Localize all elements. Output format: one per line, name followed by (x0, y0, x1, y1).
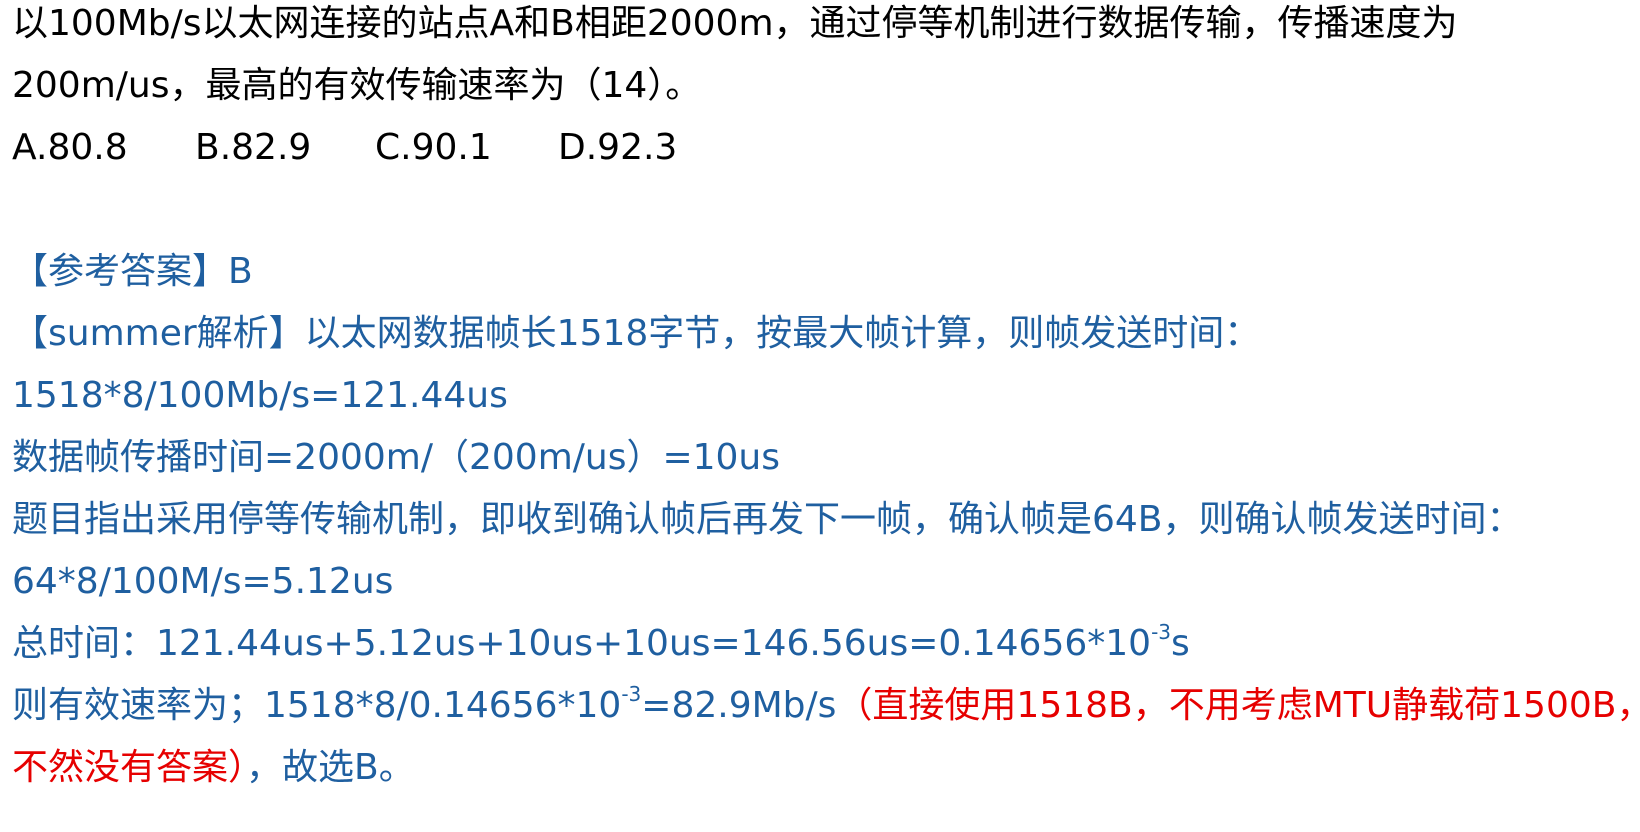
effective-rate-prefix: 则有效速率为；1518*8/0.14656*10 (12, 685, 622, 726)
analysis-intro-text: 【summer解析】以太网数据帧长1518字节，按最大帧计算，则帧发送时间： (12, 313, 1261, 354)
note-text-part-2: 不然没有答案） (12, 747, 247, 788)
option-a: A.80.8 (12, 127, 128, 168)
reference-answer: 【参考答案】B (12, 250, 253, 294)
analysis-step-4-text: 64*8/100M/s=5.12us (12, 561, 394, 602)
analysis-effective-rate: 则有效速率为；1518*8/0.14656*10-3=82.9Mb/s（直接使用… (12, 684, 1640, 728)
note-text-part-1: （直接使用1518B，不用考虑MTU静载荷1500B， (836, 685, 1640, 726)
total-time-suffix: s (1171, 623, 1190, 664)
document-page: { "question": { "line1": "以100Mb/s以太网连接的… (0, 0, 1640, 832)
question-text-2: 200m/us，最高的有效传输速率为（14）。 (12, 65, 702, 106)
analysis-step-1: 1518*8/100Mb/s=121.44us (12, 374, 508, 418)
analysis-step-4: 64*8/100M/s=5.12us (12, 560, 393, 604)
analysis-step-2-text: 数据帧传播时间=2000m/（200m/us）=10us (12, 437, 781, 478)
option-c: C.90.1 (375, 127, 492, 168)
option-b: B.82.9 (195, 127, 312, 168)
analysis-step-1-text: 1518*8/100Mb/s=121.44us (12, 375, 508, 416)
option-d: D.92.3 (558, 127, 678, 168)
analysis-conclusion: 不然没有答案），故选B。 (12, 746, 415, 790)
analysis-step-3: 题目指出采用停等传输机制，即收到确认帧后再发下一帧，确认帧是64B，则确认帧发送… (12, 498, 1523, 542)
conclusion-text: ，故选B。 (246, 747, 415, 788)
analysis-step-3-text: 题目指出采用停等传输机制，即收到确认帧后再发下一帧，确认帧是64B，则确认帧发送… (12, 499, 1523, 540)
analysis-step-2: 数据帧传播时间=2000m/（200m/us）=10us (12, 436, 780, 480)
total-time-prefix: 总时间：121.44us+5.12us+10us+10us=146.56us=0… (12, 623, 1152, 664)
analysis-intro: 【summer解析】以太网数据帧长1518字节，按最大帧计算，则帧发送时间： (12, 312, 1260, 356)
question-text-1: 以100Mb/s以太网连接的站点A和B相距2000m，通过停等机制进行数据传输，… (12, 3, 1458, 44)
reference-answer-text: 【参考答案】B (12, 251, 253, 292)
effective-rate-exponent: -3 (621, 682, 642, 706)
analysis-total-time: 总时间：121.44us+5.12us+10us+10us=146.56us=0… (12, 622, 1190, 666)
total-time-exponent: -3 (1151, 620, 1172, 644)
question-line-1: 以100Mb/s以太网连接的站点A和B相距2000m，通过停等机制进行数据传输，… (12, 2, 1458, 46)
question-line-2: 200m/us，最高的有效传输速率为（14）。 (12, 64, 701, 108)
effective-rate-suffix: =82.9Mb/s (641, 685, 837, 726)
